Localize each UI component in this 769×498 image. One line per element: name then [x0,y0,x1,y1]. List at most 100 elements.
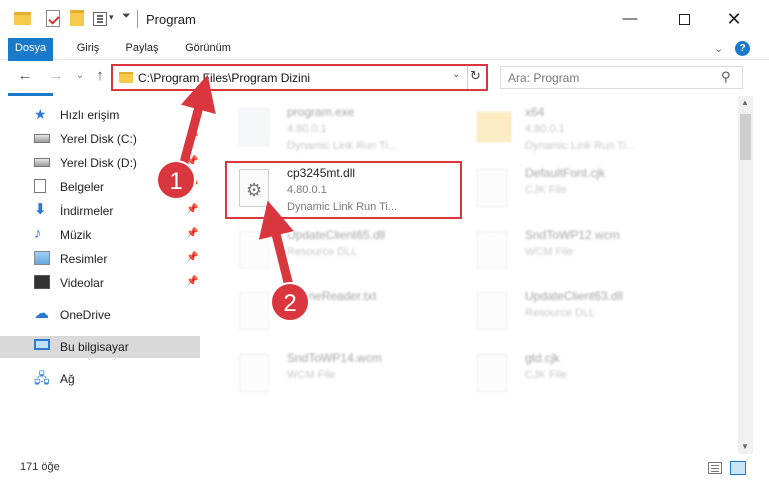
item-count: 171 öğe [20,461,60,473]
refresh-icon[interactable]: ↻ [470,68,481,84]
pin-icon[interactable]: 📌 [186,156,198,167]
expand-ribbon-icon[interactable]: ⌄ [714,42,723,55]
file-version: File [287,307,305,319]
file-version: Resource DLL [287,246,358,258]
file-icon [239,354,269,392]
file-icon [477,231,507,269]
music-icon: ♪ [34,225,42,242]
status-bar: 171 öğe [0,455,769,481]
new-folder-icon[interactable] [70,10,84,26]
up-button[interactable]: ↑ [90,66,110,86]
ribbon: Dosya Giriş Paylaş Görünüm ⌄ ? [0,38,769,96]
window-title: Program [146,12,196,27]
sidebar-item-belgeler[interactable]: Belgeler 📌 [0,176,200,198]
recent-locations-button[interactable]: ⌄ [70,66,90,86]
sidebar-item-label: Resimler [60,252,108,266]
scrollbar-thumb[interactable] [740,114,751,160]
file-item[interactable]: UpdateClient65.dll Resource DLL [225,223,465,281]
customize-toolbar-icon[interactable]: ⏷ [122,10,131,23]
scroll-up-icon[interactable]: ▲ [741,98,749,107]
file-icon [239,292,269,330]
pin-icon[interactable]: 📌 [186,180,198,191]
sidebar-item-videolar[interactable]: Videolar 📌 [0,272,200,294]
file-name: UpdateClient63.dll [525,289,624,303]
sidebar-item-label: Bu bilgisayar [60,340,129,354]
pin-icon[interactable]: 📌 [186,204,198,215]
tab-giris[interactable]: Giriş [70,38,106,60]
pin-icon[interactable]: 📌 [186,228,198,239]
file-name: OnlineReader.txt [287,289,377,303]
file-version: 4.80.0.1 [287,123,327,135]
large-icons-view-icon[interactable] [730,461,746,475]
pin-icon[interactable]: 📌 [186,132,198,143]
file-name: DefaultFont.cjk [525,166,606,180]
pin-icon[interactable]: 📌 [186,276,198,287]
search-input[interactable]: Ara: Program ⚲ [500,66,743,89]
chevron-down-icon[interactable]: ▾ [109,12,114,23]
file-icon [477,354,507,392]
back-button[interactable]: ← [15,66,35,86]
title-separator [137,10,138,28]
file-name: gtd.cjk [525,351,560,365]
star-icon: ★ [34,106,47,122]
address-separator [467,66,468,89]
forward-button[interactable]: → [46,66,66,86]
minimize-button[interactable]: — [607,0,653,38]
file-item[interactable]: SndToWP14.wcm WCM File [225,346,465,404]
view-icon[interactable] [93,12,107,26]
file-icon [477,169,507,207]
sidebar-item-onedrive[interactable]: ☁ OneDrive [0,304,200,326]
file-item[interactable]: gtd.cjk CJK File [463,346,703,404]
sidebar-item-indirmeler[interactable]: ⬇ İndirmeler 📌 [0,200,200,222]
details-view-icon[interactable] [708,462,722,474]
file-item[interactable]: SndToWP12.wcm WCM File [463,223,703,281]
navigation-pane: ★ Hızlı erişim Yerel Disk (C:) 📌 Yerel D… [0,96,210,452]
sidebar-item-resimler[interactable]: Resimler 📌 [0,248,200,270]
file-icon [477,292,507,330]
file-name: program.exe [287,105,355,119]
tab-paylas[interactable]: Paylaş [122,38,162,60]
file-version: WCM File [287,369,336,381]
sidebar-item-muzik[interactable]: ♪ Müzik 📌 [0,224,200,246]
sidebar-item-hizli-erisim[interactable]: ★ Hızlı erişim [0,104,200,126]
sidebar-item-disk-d[interactable]: Yerel Disk (D:) 📌 [0,152,200,174]
file-item[interactable]: x64 4.80.0.1 Dynamic Link Run Ti... [463,100,703,158]
file-item-cp3245mt-dll[interactable]: ⚙ cp3245mt.dll 4.80.0.1 Dynamic Link Run… [225,161,465,219]
sidebar-item-label: Yerel Disk (C:) [60,132,137,146]
tab-gorunum[interactable]: Görünüm [180,38,236,60]
file-description: Dynamic Link Run Ti... [525,140,636,152]
sidebar-item-label: Ağ [60,372,75,386]
sidebar-item-bu-bilgisayar[interactable]: Bu bilgisayar [0,336,200,358]
file-version: 4.80.0.1 [525,123,565,135]
folder-icon [119,72,133,83]
properties-icon[interactable] [46,10,60,27]
file-version: Resource DLL [525,307,596,319]
pin-icon[interactable]: 📌 [186,252,198,263]
maximize-button[interactable] [661,0,707,38]
file-name: SndToWP12.wcm [525,228,620,242]
sidebar-item-disk-c[interactable]: Yerel Disk (C:) 📌 [0,128,200,150]
vertical-scrollbar[interactable]: ▲ ▼ [738,96,753,454]
file-version: CJK File [525,369,567,381]
sidebar-item-ag[interactable]: 🖧 Ağ [0,368,200,390]
file-description: Dynamic Link Run Ti... [287,140,398,152]
help-icon[interactable]: ? [735,41,750,56]
folder-icon [477,112,511,142]
address-dropdown-icon[interactable]: ⌄ [452,69,460,80]
address-bar[interactable]: C:\Program Files\Program Dizini ⌄ ↻ [111,64,488,91]
file-item[interactable]: UpdateClient63.dll Resource DLL [463,284,703,342]
dll-icon: ⚙ [239,169,269,207]
folder-icon[interactable] [14,12,31,25]
sidebar-item-label: Videolar [60,276,104,290]
exe-icon [239,108,269,146]
gear-icon: ⚙ [246,180,263,200]
file-item[interactable]: OnlineReader.txt File [225,284,465,342]
scroll-down-icon[interactable]: ▼ [741,442,749,451]
maximize-icon [678,13,690,25]
file-item[interactable]: DefaultFont.cjk CJK File [463,161,703,219]
sidebar-item-label: Müzik [60,228,92,242]
search-icon[interactable]: ⚲ [721,69,731,85]
address-path[interactable]: C:\Program Files\Program Dizini [138,71,310,85]
file-item[interactable]: program.exe 4.80.0.1 Dynamic Link Run Ti… [225,100,465,158]
close-button[interactable]: ✕ [711,0,757,38]
